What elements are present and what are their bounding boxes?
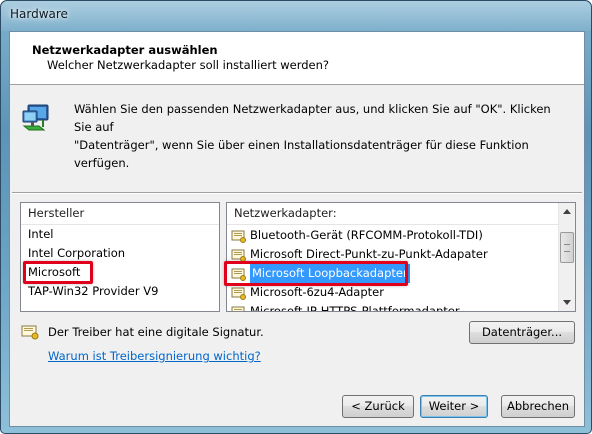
manufacturer-list-header: Hersteller [21, 203, 219, 225]
instruction-line-1: Wählen Sie den passenden Netzwerkadapter… [74, 102, 551, 134]
scrollbar-thumb[interactable] [560, 232, 574, 263]
driver-icon [231, 305, 247, 311]
scroll-down-button[interactable] [559, 294, 575, 311]
instruction-line-2: "Datenträger", wenn Sie über einen Insta… [74, 138, 529, 170]
adapter-item-direct-ptp[interactable]: Microsoft Direct-Punkt-zu-Punkt-Adapater [227, 245, 559, 264]
adapter-item-ip-https[interactable]: Microsoft-IP-HTTPS-Plattformadapter [227, 302, 559, 311]
certificate-icon [21, 325, 39, 340]
header-title: Netzwerkadapter auswählen [32, 43, 218, 57]
window-frame: Hardware Netzwerkadapter auswählen Welch… [0, 0, 592, 434]
adapter-item-bluetooth[interactable]: Bluetooth-Gerät (RFCOMM-Protokoll-TDI) [227, 226, 559, 245]
adapter-list-header: Netzwerkadapter: [227, 203, 575, 225]
manufacturer-item-tap-win32[interactable]: TAP-Win32 Provider V9 [21, 282, 219, 301]
signature-status-text: Der Treiber hat eine digitale Signatur. [48, 325, 264, 339]
chevron-up-icon [563, 209, 571, 214]
cancel-button[interactable]: Abbrechen [501, 395, 575, 418]
separator [12, 192, 582, 194]
next-button[interactable]: Weiter > [420, 395, 488, 418]
driver-icon [231, 267, 247, 281]
chevron-down-icon [563, 300, 571, 305]
adapter-item-label: Microsoft-IP-HTTPS-Plattformadapter [250, 304, 460, 311]
header-subtitle: Welcher Netzwerkadapter soll installiert… [47, 58, 330, 72]
driver-icon [231, 229, 247, 243]
instruction-text: Wählen Sie den passenden Netzwerkadapter… [74, 100, 569, 172]
adapter-list[interactable]: Netzwerkadapter: Bluetooth-Gerät (RFCOMM… [226, 202, 576, 312]
adapter-item-label: Microsoft Loopbackadapter [250, 264, 410, 283]
driver-signing-link[interactable]: Warum ist Treibersignierung wichtig? [48, 349, 261, 363]
wizard-header: Netzwerkadapter auswählen Welcher Netzwe… [10, 32, 584, 85]
have-disk-button[interactable]: Datenträger... [469, 321, 575, 344]
manufacturer-list[interactable]: Hersteller Intel Intel Corporation Micro… [20, 202, 220, 312]
adapter-item-loopback[interactable]: Microsoft Loopbackadapter [227, 264, 559, 283]
window-title: Hardware [10, 7, 68, 21]
driver-icon [231, 248, 247, 262]
manufacturer-item-intel[interactable]: Intel [21, 225, 219, 244]
adapter-item-label: Microsoft-6zu4-Adapter [250, 285, 384, 299]
adapter-list-scrollbar[interactable] [558, 203, 575, 311]
driver-icon [231, 286, 247, 300]
adapter-item-label: Bluetooth-Gerät (RFCOMM-Protokoll-TDI) [250, 228, 483, 242]
scroll-up-button[interactable] [559, 203, 575, 220]
adapter-item-6to4[interactable]: Microsoft-6zu4-Adapter [227, 283, 559, 302]
back-button[interactable]: < Zurück [342, 395, 414, 418]
dialog-client-area: Netzwerkadapter auswählen Welcher Netzwe… [9, 31, 585, 427]
manufacturer-item-microsoft[interactable]: Microsoft [21, 263, 219, 282]
manufacturer-item-intel-corporation[interactable]: Intel Corporation [21, 244, 219, 263]
network-adapter-icon [22, 104, 49, 131]
adapter-item-label: Microsoft Direct-Punkt-zu-Punkt-Adapater [250, 247, 488, 261]
adapter-list-rows: Bluetooth-Gerät (RFCOMM-Protokoll-TDI) M… [227, 226, 559, 311]
